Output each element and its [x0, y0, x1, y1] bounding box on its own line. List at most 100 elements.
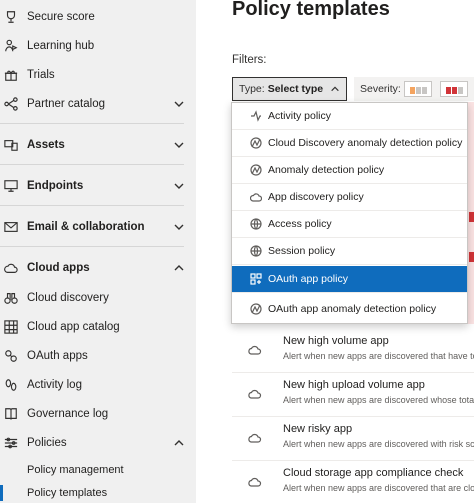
template-description: Alert when new apps are discovered with …	[283, 439, 474, 449]
nav-oauth-apps[interactable]: OAuth apps	[0, 342, 196, 370]
nav-label: Policy management	[27, 464, 124, 476]
chevron-down-icon[interactable]	[173, 139, 185, 151]
nav-divider	[0, 123, 184, 124]
option-access-policy[interactable]: Access policy	[232, 211, 467, 238]
nav-endpoints[interactable]: Endpoints	[0, 172, 196, 200]
option-oauth-anomaly[interactable]: OAuth app anomaly detection policy	[232, 295, 467, 322]
nav-label: Endpoints	[27, 180, 84, 192]
book-icon	[3, 406, 19, 422]
template-description: Alert when new apps are discovered whose…	[283, 395, 474, 405]
template-row[interactable]: Cloud storage app compliance check Alert…	[232, 461, 474, 503]
nav-divider	[0, 164, 184, 165]
template-name: Cloud storage app compliance check	[283, 467, 464, 479]
cloud-icon	[248, 475, 262, 489]
template-name: New high upload volume app	[283, 379, 425, 391]
chevron-down-icon[interactable]	[173, 180, 185, 192]
template-name: New high volume app	[283, 335, 389, 347]
devices-icon	[3, 137, 19, 153]
severity-medium-toggle[interactable]	[404, 81, 432, 97]
nav-partner-catalog[interactable]: Partner catalog	[0, 90, 196, 118]
nav-cloud-apps[interactable]: Cloud apps	[0, 254, 196, 282]
chevron-up-icon	[330, 84, 340, 94]
nav-policy-templates[interactable]: Policy templates	[0, 479, 196, 503]
option-label: OAuth app anomaly detection policy	[268, 302, 437, 315]
type-filter-dropdown[interactable]: Type: Select type	[232, 77, 347, 101]
nav-label: Cloud app catalog	[27, 321, 120, 333]
template-row[interactable]: New high upload volume app Alert when ne…	[232, 373, 474, 417]
oauth-icon	[250, 273, 262, 285]
chevron-down-icon[interactable]	[173, 221, 185, 233]
nav-label: Trials	[27, 69, 55, 81]
nav-label: Secure score	[27, 11, 95, 23]
option-label: Anomaly detection policy	[268, 164, 385, 176]
nav-activity-log[interactable]: Activity log	[0, 371, 196, 399]
globe-icon	[250, 218, 262, 230]
template-row[interactable]: New risky app Alert when new apps are di…	[232, 417, 474, 461]
option-activity-policy[interactable]: Activity policy	[232, 103, 467, 130]
footprint-icon	[3, 377, 19, 393]
mail-icon	[3, 219, 19, 235]
main-content: Policy templates Filters: Type: Select t…	[196, 0, 474, 503]
nav-label: Partner catalog	[27, 98, 105, 110]
nav-governance-log[interactable]: Governance log	[0, 400, 196, 428]
nav-trials[interactable]: Trials	[0, 61, 196, 89]
severity-mark	[469, 212, 474, 222]
option-oauth-app-policy[interactable]: OAuth app policy	[232, 266, 467, 293]
nav-policies[interactable]: Policies	[0, 429, 196, 457]
option-label: App discovery policy	[268, 191, 364, 203]
severity-mark	[469, 252, 474, 262]
nav-label: Cloud discovery	[27, 292, 109, 304]
cloud-icon	[3, 260, 19, 276]
severity-bar	[458, 87, 463, 94]
nodes-icon	[3, 96, 19, 112]
chevron-up-icon[interactable]	[173, 262, 185, 274]
nav-label: Email & collaboration	[27, 221, 145, 233]
nav-assets[interactable]: Assets	[0, 131, 196, 159]
nav-cloud-app-catalog[interactable]: Cloud app catalog	[0, 313, 196, 341]
nav-secure-score[interactable]: Secure score	[0, 3, 196, 31]
nav-label: Governance log	[27, 408, 109, 420]
page-title: Policy templates	[232, 0, 390, 20]
nav-label: Assets	[27, 139, 65, 151]
severity-high-toggle[interactable]	[440, 81, 468, 97]
severity-bar	[422, 87, 427, 94]
option-label: Activity policy	[268, 110, 332, 122]
cloud-icon	[248, 431, 262, 445]
nav-label: Policies	[27, 437, 67, 449]
person-learning-icon	[3, 38, 19, 54]
anomaly-icon	[250, 164, 262, 176]
sliders-icon	[3, 435, 19, 451]
type-options-list: Activity policy Cloud Discovery anomaly …	[231, 102, 468, 324]
option-anomaly-detection[interactable]: Anomaly detection policy	[232, 157, 467, 184]
globe-icon	[250, 245, 262, 257]
option-app-discovery[interactable]: App discovery policy	[232, 184, 467, 211]
nav-label: Activity log	[27, 379, 82, 391]
binoculars-icon	[3, 290, 19, 306]
nav-email-collaboration[interactable]: Email & collaboration	[0, 213, 196, 241]
nav-cloud-discovery[interactable]: Cloud discovery	[0, 284, 196, 312]
severity-filter: Severity:	[354, 77, 474, 101]
severity-bar	[446, 87, 451, 94]
severity-label: Severity:	[360, 83, 401, 95]
activity-icon	[250, 110, 262, 122]
list-edge	[468, 102, 474, 324]
severity-bar	[410, 87, 415, 94]
type-filter-prefix: Type:	[239, 83, 265, 95]
monitor-icon	[3, 178, 19, 194]
template-row[interactable]: New high volume app Alert when new apps …	[232, 329, 474, 373]
template-description: Alert when new apps are discovered that …	[283, 483, 474, 493]
template-name: New risky app	[283, 423, 353, 435]
connected-apps-icon	[3, 348, 19, 364]
nav-divider	[0, 246, 184, 247]
type-filter-value: Select type	[267, 83, 324, 95]
trophy-icon	[3, 9, 19, 25]
grid-icon	[3, 319, 19, 335]
option-cloud-discovery-anomaly[interactable]: Cloud Discovery anomaly detection policy	[232, 130, 467, 157]
nav-label: Learning hub	[27, 40, 95, 52]
nav-learning-hub[interactable]: Learning hub	[0, 32, 196, 60]
nav-label: OAuth apps	[27, 350, 88, 362]
option-label: Access policy	[268, 218, 332, 230]
chevron-down-icon[interactable]	[173, 98, 185, 110]
chevron-up-icon[interactable]	[173, 437, 185, 449]
option-session-policy[interactable]: Session policy	[232, 238, 467, 265]
